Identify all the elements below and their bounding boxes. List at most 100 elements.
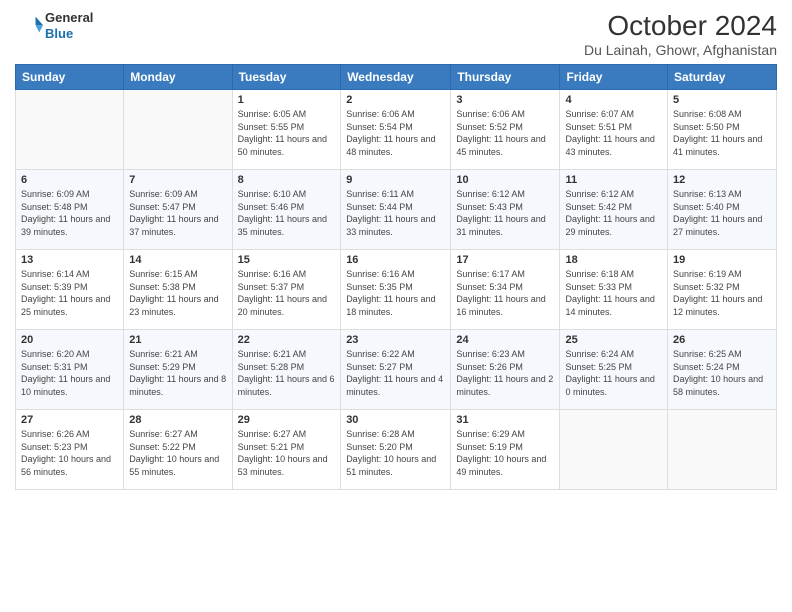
day-number: 24 [456, 334, 554, 346]
day-info: Sunrise: 6:06 AM Sunset: 5:54 PM Dayligh… [346, 108, 445, 158]
week-row-4: 20 Sunrise: 6:20 AM Sunset: 5:31 PM Dayli… [16, 330, 777, 410]
day-info: Sunrise: 6:09 AM Sunset: 5:47 PM Dayligh… [129, 188, 226, 238]
calendar-cell: 7 Sunrise: 6:09 AM Sunset: 5:47 PM Daylig… [124, 170, 232, 250]
calendar-cell: 1 Sunrise: 6:05 AM Sunset: 5:55 PM Daylig… [232, 90, 341, 170]
day-info: Sunrise: 6:25 AM Sunset: 5:24 PM Dayligh… [673, 348, 771, 398]
calendar-cell: 25 Sunrise: 6:24 AM Sunset: 5:25 PM Dayli… [560, 330, 668, 410]
day-number: 16 [346, 254, 445, 266]
day-info: Sunrise: 6:16 AM Sunset: 5:37 PM Dayligh… [238, 268, 336, 318]
day-info: Sunrise: 6:20 AM Sunset: 5:31 PM Dayligh… [21, 348, 118, 398]
calendar-cell: 12Sunrise: 6:13 AM Sunset: 5:40 PM Dayli… [668, 170, 777, 250]
calendar-cell: 23Sunrise: 6:22 AM Sunset: 5:27 PM Dayli… [341, 330, 451, 410]
day-info: Sunrise: 6:21 AM Sunset: 5:29 PM Dayligh… [129, 348, 226, 398]
calendar-cell: 28 Sunrise: 6:27 AM Sunset: 5:22 PM Dayli… [124, 410, 232, 490]
day-number: 28 [129, 414, 226, 426]
title-block: October 2024 Du Lainah, Ghowr, Afghanist… [584, 10, 777, 58]
day-number: 22 [238, 334, 336, 346]
day-number: 26 [673, 334, 771, 346]
day-number: 3 [456, 94, 554, 106]
day-info: Sunrise: 6:18 AM Sunset: 5:33 PM Dayligh… [565, 268, 662, 318]
calendar-cell [16, 90, 124, 170]
day-info: Sunrise: 6:05 AM Sunset: 5:55 PM Dayligh… [238, 108, 336, 158]
weekday-header-monday: Monday [124, 65, 232, 90]
day-number: 18 [565, 254, 662, 266]
page: General Blue October 2024 Du Lainah, Gho… [0, 0, 792, 612]
day-number: 6 [21, 174, 118, 186]
day-number: 7 [129, 174, 226, 186]
day-number: 5 [673, 94, 771, 106]
day-number: 20 [21, 334, 118, 346]
day-info: Sunrise: 6:29 AM Sunset: 5:19 PM Dayligh… [456, 428, 554, 478]
day-info: Sunrise: 6:27 AM Sunset: 5:21 PM Dayligh… [238, 428, 336, 478]
calendar-cell: 21 Sunrise: 6:21 AM Sunset: 5:29 PM Dayli… [124, 330, 232, 410]
day-number: 25 [565, 334, 662, 346]
day-info: Sunrise: 6:24 AM Sunset: 5:25 PM Dayligh… [565, 348, 662, 398]
calendar-cell: 8 Sunrise: 6:10 AM Sunset: 5:46 PM Daylig… [232, 170, 341, 250]
weekday-header-friday: Friday [560, 65, 668, 90]
logo: General Blue [15, 10, 93, 41]
day-number: 21 [129, 334, 226, 346]
weekday-header-thursday: Thursday [451, 65, 560, 90]
calendar-title: October 2024 [584, 10, 777, 42]
week-row-1: 1 Sunrise: 6:05 AM Sunset: 5:55 PM Daylig… [16, 90, 777, 170]
calendar-cell: 27 Sunrise: 6:26 AM Sunset: 5:23 PM Dayli… [16, 410, 124, 490]
day-number: 2 [346, 94, 445, 106]
day-info: Sunrise: 6:28 AM Sunset: 5:20 PM Dayligh… [346, 428, 445, 478]
day-info: Sunrise: 6:10 AM Sunset: 5:46 PM Dayligh… [238, 188, 336, 238]
calendar-cell: 3Sunrise: 6:06 AM Sunset: 5:52 PM Daylig… [451, 90, 560, 170]
day-number: 30 [346, 414, 445, 426]
logo-general: General [45, 10, 93, 25]
day-info: Sunrise: 6:16 AM Sunset: 5:35 PM Dayligh… [346, 268, 445, 318]
calendar-cell: 15 Sunrise: 6:16 AM Sunset: 5:37 PM Dayli… [232, 250, 341, 330]
calendar-cell: 9Sunrise: 6:11 AM Sunset: 5:44 PM Daylig… [341, 170, 451, 250]
day-info: Sunrise: 6:17 AM Sunset: 5:34 PM Dayligh… [456, 268, 554, 318]
week-row-3: 13 Sunrise: 6:14 AM Sunset: 5:39 PM Dayli… [16, 250, 777, 330]
day-info: Sunrise: 6:11 AM Sunset: 5:44 PM Dayligh… [346, 188, 445, 238]
day-info: Sunrise: 6:14 AM Sunset: 5:39 PM Dayligh… [21, 268, 118, 318]
calendar-cell: 2 Sunrise: 6:06 AM Sunset: 5:54 PM Daylig… [341, 90, 451, 170]
day-info: Sunrise: 6:08 AM Sunset: 5:50 PM Dayligh… [673, 108, 771, 158]
header: General Blue October 2024 Du Lainah, Gho… [15, 10, 777, 58]
calendar-cell: 10Sunrise: 6:12 AM Sunset: 5:43 PM Dayli… [451, 170, 560, 250]
calendar-table: SundayMondayTuesdayWednesdayThursdayFrid… [15, 64, 777, 490]
day-number: 1 [238, 94, 336, 106]
calendar-cell: 29Sunrise: 6:27 AM Sunset: 5:21 PM Dayli… [232, 410, 341, 490]
calendar-cell: 18 Sunrise: 6:18 AM Sunset: 5:33 PM Dayli… [560, 250, 668, 330]
day-number: 27 [21, 414, 118, 426]
day-info: Sunrise: 6:07 AM Sunset: 5:51 PM Dayligh… [565, 108, 662, 158]
day-info: Sunrise: 6:15 AM Sunset: 5:38 PM Dayligh… [129, 268, 226, 318]
calendar-cell: 22Sunrise: 6:21 AM Sunset: 5:28 PM Dayli… [232, 330, 341, 410]
logo-blue: Blue [45, 26, 73, 41]
day-number: 8 [238, 174, 336, 186]
logo-icon [15, 12, 43, 40]
weekday-header-saturday: Saturday [668, 65, 777, 90]
day-number: 13 [21, 254, 118, 266]
day-number: 14 [129, 254, 226, 266]
day-number: 17 [456, 254, 554, 266]
calendar-cell: 31Sunrise: 6:29 AM Sunset: 5:19 PM Dayli… [451, 410, 560, 490]
day-number: 11 [565, 174, 662, 186]
day-info: Sunrise: 6:22 AM Sunset: 5:27 PM Dayligh… [346, 348, 445, 398]
weekday-header-wednesday: Wednesday [341, 65, 451, 90]
calendar-cell: 11Sunrise: 6:12 AM Sunset: 5:42 PM Dayli… [560, 170, 668, 250]
calendar-cell: 20 Sunrise: 6:20 AM Sunset: 5:31 PM Dayli… [16, 330, 124, 410]
day-info: Sunrise: 6:27 AM Sunset: 5:22 PM Dayligh… [129, 428, 226, 478]
day-number: 4 [565, 94, 662, 106]
weekday-header-tuesday: Tuesday [232, 65, 341, 90]
day-number: 19 [673, 254, 771, 266]
calendar-cell: 19 Sunrise: 6:19 AM Sunset: 5:32 PM Dayli… [668, 250, 777, 330]
calendar-cell: 16 Sunrise: 6:16 AM Sunset: 5:35 PM Dayli… [341, 250, 451, 330]
day-info: Sunrise: 6:26 AM Sunset: 5:23 PM Dayligh… [21, 428, 118, 478]
day-number: 15 [238, 254, 336, 266]
calendar-subtitle: Du Lainah, Ghowr, Afghanistan [584, 42, 777, 58]
calendar-cell: 14 Sunrise: 6:15 AM Sunset: 5:38 PM Dayli… [124, 250, 232, 330]
calendar-cell: 4 Sunrise: 6:07 AM Sunset: 5:51 PM Daylig… [560, 90, 668, 170]
calendar-cell: 17 Sunrise: 6:17 AM Sunset: 5:34 PM Dayli… [451, 250, 560, 330]
calendar-cell: 6Sunrise: 6:09 AM Sunset: 5:48 PM Daylig… [16, 170, 124, 250]
day-number: 10 [456, 174, 554, 186]
calendar-cell: 26 Sunrise: 6:25 AM Sunset: 5:24 PM Dayli… [668, 330, 777, 410]
day-number: 12 [673, 174, 771, 186]
day-info: Sunrise: 6:19 AM Sunset: 5:32 PM Dayligh… [673, 268, 771, 318]
logo-text: General Blue [45, 10, 93, 41]
calendar-cell [124, 90, 232, 170]
